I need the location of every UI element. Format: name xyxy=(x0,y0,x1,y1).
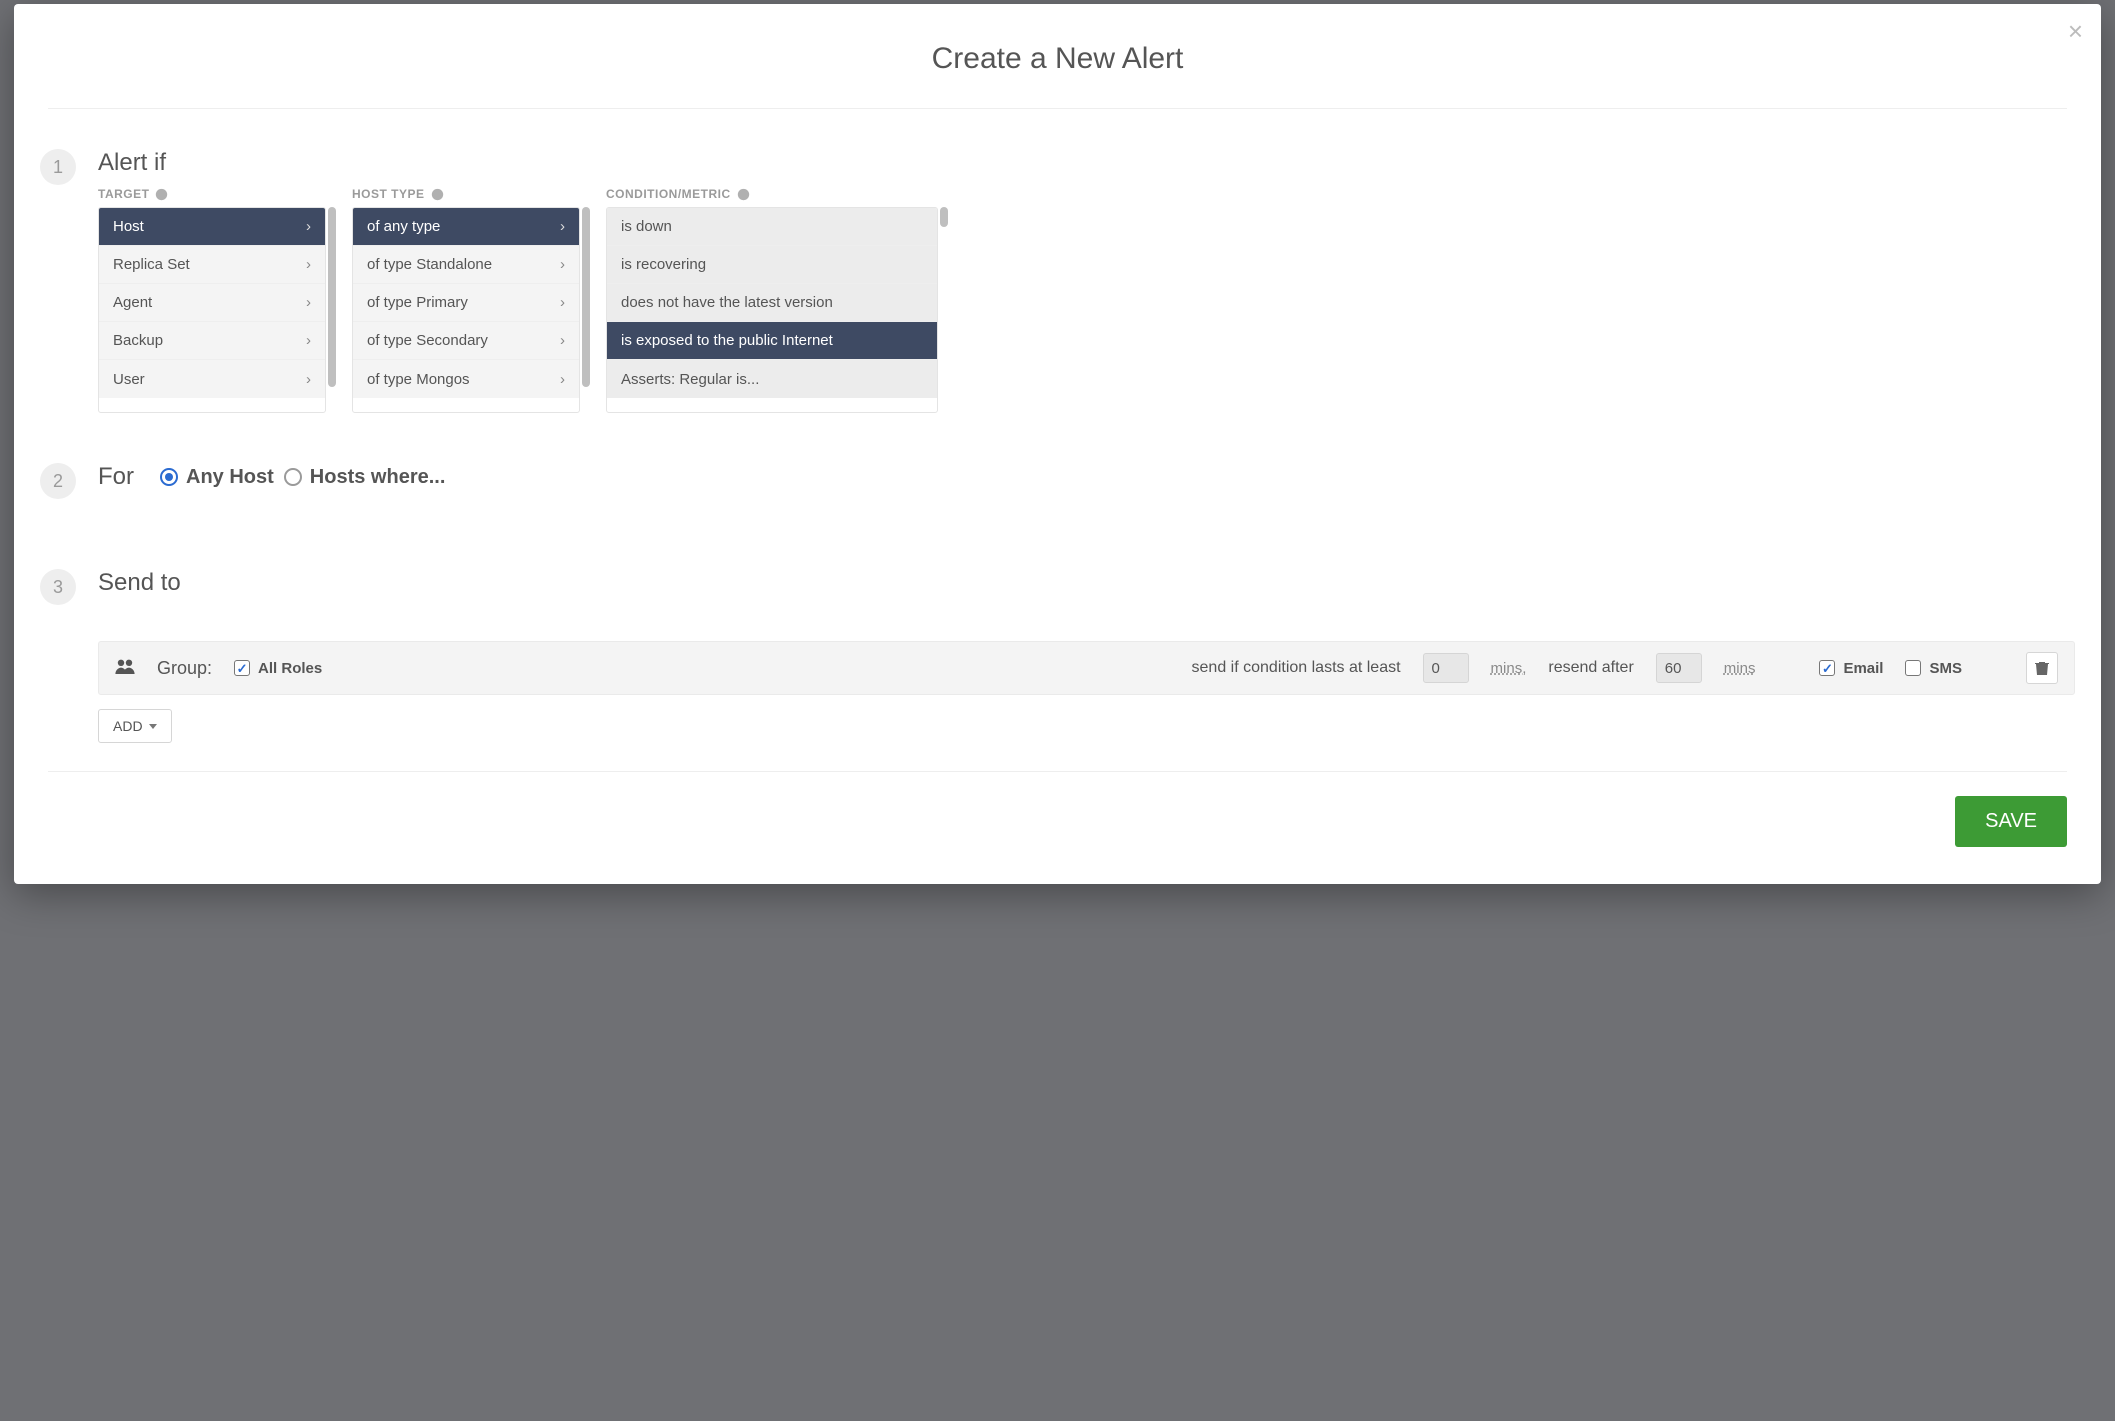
chevron-right-icon: › xyxy=(560,294,565,311)
step-2-title: For xyxy=(98,463,134,491)
list-item[interactable]: is down xyxy=(607,208,937,246)
list-item[interactable]: Replica Set› xyxy=(99,246,325,284)
close-icon[interactable]: × xyxy=(2068,18,2083,44)
list-item[interactable]: of any type› xyxy=(353,208,579,246)
list-item[interactable]: of type Standalone› xyxy=(353,246,579,284)
list-item[interactable]: Asserts: Regular is... xyxy=(607,360,937,398)
list-item[interactable]: Agent› xyxy=(99,284,325,322)
list-item[interactable]: Backup› xyxy=(99,322,325,360)
chevron-right-icon: › xyxy=(560,256,565,273)
step-badge-3: 3 xyxy=(40,569,76,605)
list-item[interactable]: is recovering xyxy=(607,246,937,284)
step-3: 3 Send to Group: All Roles send if condi… xyxy=(40,499,2075,743)
group-icon xyxy=(115,658,135,678)
info-icon xyxy=(737,188,750,201)
lasts-input[interactable] xyxy=(1423,653,1469,683)
mins-label-2: mins xyxy=(1724,660,1756,677)
radio-any-host[interactable]: Any Host xyxy=(160,466,274,489)
radio-hosts-where[interactable]: Hosts where... xyxy=(284,466,446,489)
modal-footer: SAVE xyxy=(48,771,2067,847)
scrollbar[interactable] xyxy=(328,207,336,387)
modal-title: Create a New Alert xyxy=(48,14,2067,109)
chevron-right-icon: › xyxy=(560,332,565,349)
group-label: Group: xyxy=(157,658,212,679)
delete-button[interactable] xyxy=(2026,652,2058,684)
chevron-right-icon: › xyxy=(306,218,311,235)
info-icon xyxy=(431,188,444,201)
create-alert-modal: × Create a New Alert 1 Alert if TARGET H… xyxy=(14,4,2101,884)
condition-list[interactable]: is downis recoveringdoes not have the la… xyxy=(606,207,938,413)
step-badge-2: 2 xyxy=(40,463,76,499)
scrollbar[interactable] xyxy=(582,207,590,387)
all-roles-checkbox[interactable]: All Roles xyxy=(234,660,322,677)
list-item[interactable]: User› xyxy=(99,360,325,398)
header-target: TARGET xyxy=(98,187,326,201)
chevron-down-icon xyxy=(149,724,157,729)
list-item[interactable]: Host› xyxy=(99,208,325,246)
lasts-label: send if condition lasts at least xyxy=(1192,659,1401,677)
resend-label: resend after xyxy=(1548,659,1633,677)
list-item[interactable]: of type Primary› xyxy=(353,284,579,322)
header-condition: CONDITION/METRIC xyxy=(606,187,938,201)
chevron-right-icon: › xyxy=(560,371,565,388)
chevron-right-icon: › xyxy=(306,256,311,273)
resend-input[interactable] xyxy=(1656,653,1702,683)
chevron-right-icon: › xyxy=(306,371,311,388)
target-list[interactable]: Host›Replica Set›Agent›Backup›User› xyxy=(98,207,326,413)
list-item[interactable]: is exposed to the public Internet xyxy=(607,322,937,360)
step-1: 1 Alert if TARGET HOST TYPE CONDITION/ME… xyxy=(40,109,2075,413)
step-2: 2 For Any Host Hosts where... xyxy=(40,413,2075,499)
info-icon xyxy=(155,188,168,201)
step-3-title: Send to xyxy=(98,569,2075,597)
sms-checkbox[interactable]: SMS xyxy=(1905,660,1962,677)
add-button[interactable]: ADD xyxy=(98,709,172,743)
list-item[interactable]: of type Secondary› xyxy=(353,322,579,360)
header-hosttype: HOST TYPE xyxy=(352,187,580,201)
list-item[interactable]: does not have the latest version xyxy=(607,284,937,322)
chevron-right-icon: › xyxy=(306,294,311,311)
trash-icon xyxy=(2034,660,2050,676)
hosttype-list[interactable]: of any type›of type Standalone›of type P… xyxy=(352,207,580,413)
chevron-right-icon: › xyxy=(306,332,311,349)
step-1-title: Alert if xyxy=(98,149,2075,177)
mins-label: mins, xyxy=(1491,660,1527,677)
chevron-right-icon: › xyxy=(560,218,565,235)
save-button[interactable]: SAVE xyxy=(1955,796,2067,847)
scrollbar[interactable] xyxy=(940,207,948,227)
list-item[interactable]: of type Mongos› xyxy=(353,360,579,398)
step-badge-1: 1 xyxy=(40,149,76,185)
notification-row: Group: All Roles send if condition lasts… xyxy=(98,641,2075,695)
email-checkbox[interactable]: Email xyxy=(1819,660,1883,677)
